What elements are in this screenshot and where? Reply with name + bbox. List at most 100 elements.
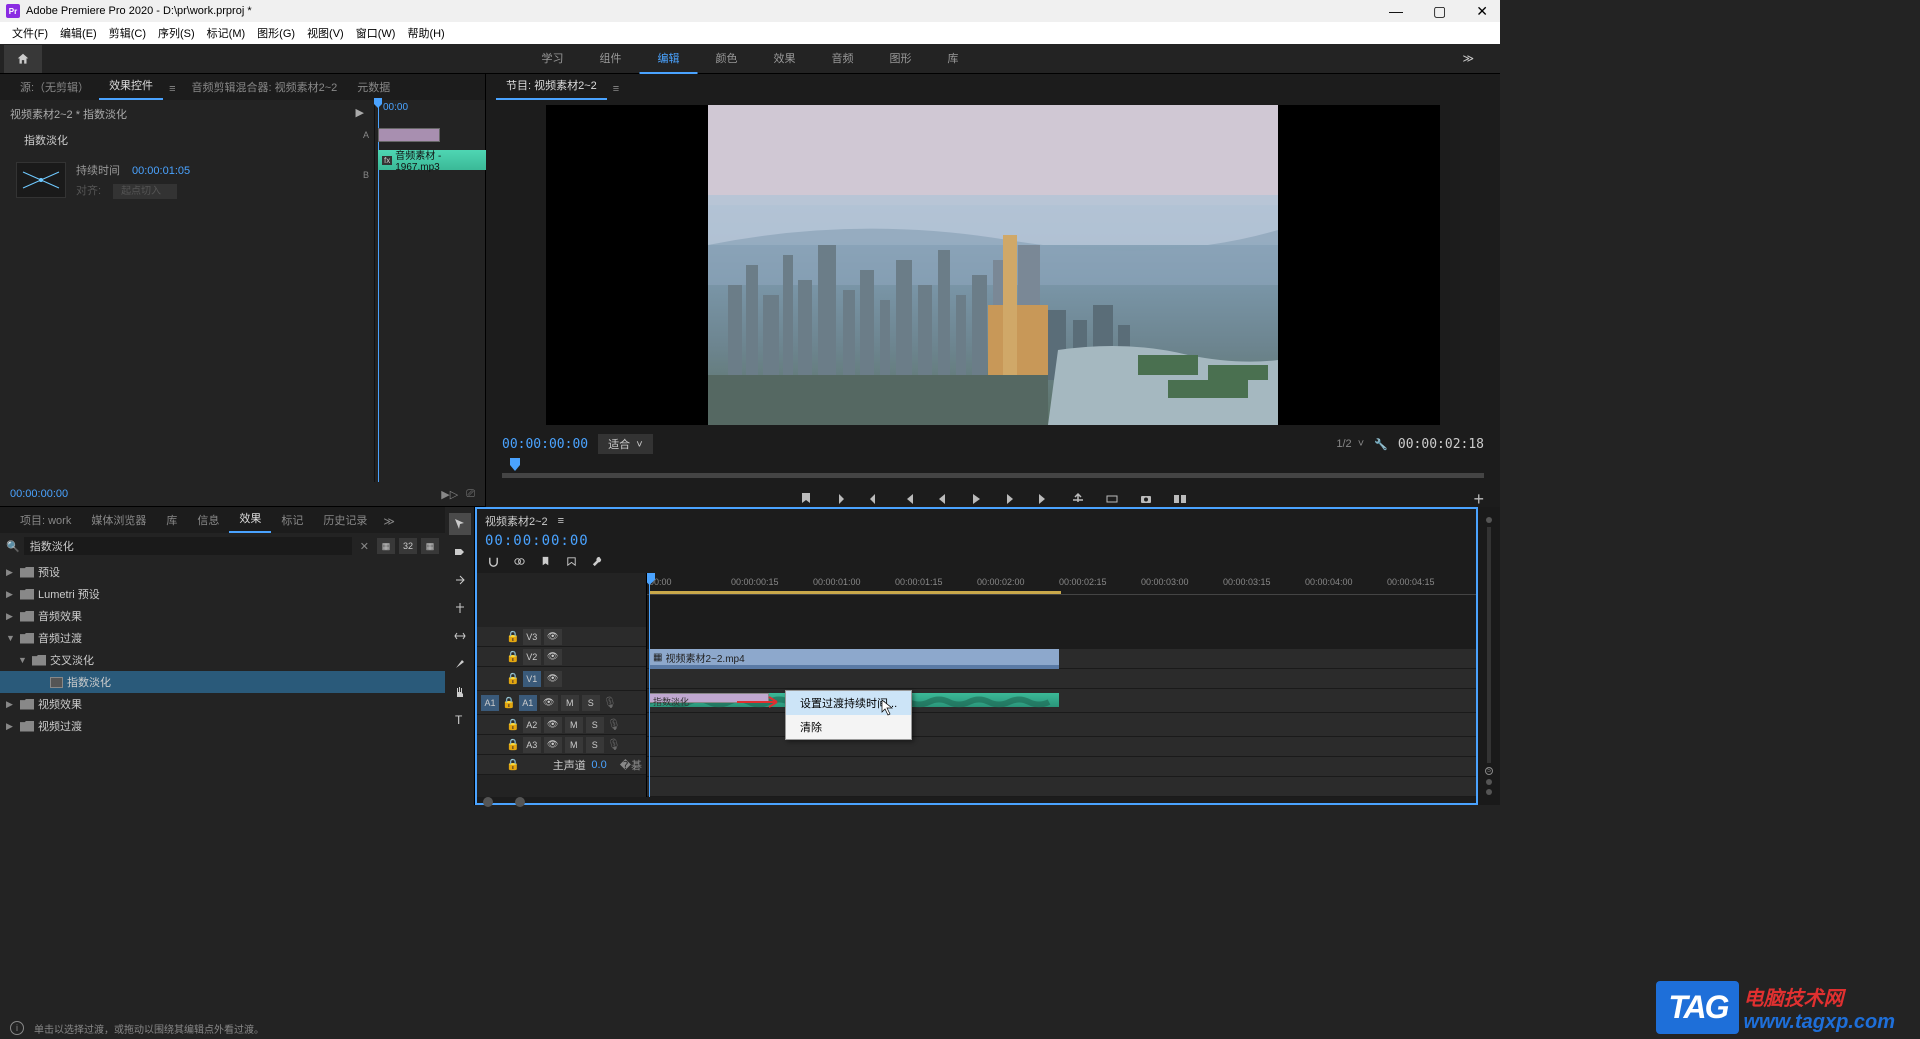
marker-button[interactable]: [797, 490, 815, 508]
tree-node[interactable]: ▶音频效果: [0, 605, 445, 627]
in-point-button[interactable]: [831, 490, 849, 508]
menu-clip[interactable]: 剪辑(C): [103, 23, 152, 43]
step-back-button[interactable]: [933, 490, 951, 508]
link-icon[interactable]: [511, 553, 527, 569]
lock-icon[interactable]: 🔒: [502, 696, 516, 709]
duration-value[interactable]: 00:00:01:05: [132, 165, 190, 177]
a3-toggle[interactable]: 👁: [544, 737, 562, 753]
align-dropdown[interactable]: 起点切入: [113, 184, 177, 199]
tab-libraries[interactable]: 库: [156, 507, 187, 533]
menu-edit[interactable]: 编辑(E): [54, 23, 103, 43]
filter-btn-3[interactable]: ▦: [421, 538, 439, 554]
slip-tool[interactable]: [449, 625, 471, 647]
tab-metadata[interactable]: 元数据: [347, 74, 400, 100]
resolution-dropdown[interactable]: 1/2 ˅: [1336, 438, 1364, 450]
workspace-overflow[interactable]: ≫: [1456, 46, 1480, 71]
step-fwd-button[interactable]: [1001, 490, 1019, 508]
workspace-graphics[interactable]: 图形: [872, 44, 930, 74]
clear-search-button[interactable]: ✕: [356, 540, 373, 553]
ec-timeline[interactable]: 00:00 A fx音频素材 - 1967.mp3 B: [375, 100, 485, 482]
lock-icon[interactable]: 🔒: [506, 650, 520, 663]
workspace-editing[interactable]: 编辑: [640, 44, 698, 74]
workspace-audio[interactable]: 音频: [814, 44, 872, 74]
hand-tool[interactable]: [449, 681, 471, 703]
go-to-out-button[interactable]: [1035, 490, 1053, 508]
ec-icon-1[interactable]: ▶▷: [441, 488, 458, 501]
program-timecode[interactable]: 00:00:00:00: [502, 437, 588, 452]
tab-project[interactable]: 项目: work: [10, 507, 81, 533]
project-overflow-icon[interactable]: ≫: [377, 510, 401, 533]
lock-icon[interactable]: 🔒: [506, 758, 520, 771]
workspace-learn[interactable]: 学习: [524, 44, 582, 74]
razor-tool[interactable]: [449, 597, 471, 619]
tab-effect-controls[interactable]: 效果控件: [99, 72, 163, 100]
tree-node[interactable]: ▶视频效果: [0, 693, 445, 715]
v3-toggle[interactable]: 👁: [544, 629, 562, 645]
snap-icon[interactable]: [485, 553, 501, 569]
filter-btn-1[interactable]: ▦: [377, 538, 395, 554]
ec-icon-2[interactable]: ⎚: [466, 488, 475, 501]
timeline-timecode[interactable]: 00:00:00:00: [485, 533, 589, 549]
menu-sequence[interactable]: 序列(S): [152, 23, 201, 43]
zoom-handle-r[interactable]: [515, 797, 525, 807]
lock-icon[interactable]: 🔒: [506, 630, 520, 643]
tree-node[interactable]: 指数淡化: [0, 671, 445, 693]
zoom-handle-l[interactable]: [483, 797, 493, 807]
ec-clip-a[interactable]: [378, 128, 440, 142]
a2-mute[interactable]: M: [565, 717, 583, 733]
v3-target[interactable]: V3: [523, 629, 541, 645]
a2-toggle[interactable]: 👁: [544, 717, 562, 733]
panel-menu-icon[interactable]: ≡: [163, 78, 181, 100]
ec-play-icon[interactable]: ▶: [356, 106, 364, 122]
lock-icon[interactable]: 🔒: [506, 718, 520, 731]
timeline-menu-icon[interactable]: ≡: [558, 515, 564, 527]
type-tool[interactable]: T: [449, 709, 471, 731]
program-viewer[interactable]: [546, 105, 1440, 425]
wrench-icon[interactable]: [589, 553, 605, 569]
tab-program[interactable]: 节目: 视频素材2~2: [496, 72, 607, 100]
sequence-name[interactable]: 视频素材2~2: [485, 513, 548, 529]
workspace-assembly[interactable]: 组件: [582, 44, 640, 74]
tab-effects-panel[interactable]: 效果: [229, 505, 271, 533]
menu-window[interactable]: 窗口(W): [350, 23, 402, 43]
solo-indicator[interactable]: S: [1485, 767, 1493, 775]
a3-target[interactable]: A3: [523, 737, 541, 753]
v2-toggle[interactable]: 👁: [544, 649, 562, 665]
lock-icon[interactable]: 🔒: [506, 672, 520, 685]
minimize-button[interactable]: —: [1383, 3, 1409, 20]
filter-btn-2[interactable]: 32: [399, 538, 417, 554]
close-button[interactable]: ✕: [1470, 3, 1494, 20]
v2-target[interactable]: V2: [523, 649, 541, 665]
tab-info[interactable]: 信息: [187, 507, 229, 533]
marker-icon2[interactable]: [537, 553, 553, 569]
play-button[interactable]: [967, 490, 985, 508]
menu-clear[interactable]: 清除: [786, 715, 911, 739]
a1-source[interactable]: A1: [481, 695, 499, 711]
tab-source[interactable]: 源:（无剪辑）: [10, 74, 99, 100]
v1-target[interactable]: V1: [523, 671, 541, 687]
menu-file[interactable]: 文件(F): [6, 23, 54, 43]
playhead[interactable]: [649, 573, 650, 797]
out-point-button[interactable]: [865, 490, 883, 508]
maximize-button[interactable]: ▢: [1427, 3, 1452, 20]
a3-mute[interactable]: M: [565, 737, 583, 753]
tab-audio-mixer[interactable]: 音频剪辑混合器: 视频素材2~2: [181, 74, 347, 100]
selection-tool[interactable]: [449, 513, 471, 535]
video-clip[interactable]: ▦视频素材2~2.mp4: [649, 649, 1059, 669]
add-button[interactable]: +: [1473, 489, 1484, 510]
extract-button[interactable]: [1103, 490, 1121, 508]
settings-icon[interactable]: 🔧: [1374, 438, 1388, 451]
a1-solo[interactable]: S: [582, 695, 600, 711]
timeline-ruler[interactable]: 00:0000:00:00:1500:00:01:0000:00:01:1500…: [647, 573, 1476, 595]
menu-help[interactable]: 帮助(H): [401, 23, 450, 43]
voice-icon[interactable]: 🎙: [603, 696, 617, 709]
a1-target[interactable]: A1: [519, 695, 537, 711]
go-to-in-button[interactable]: [899, 490, 917, 508]
ec-bottom-tc[interactable]: 00:00:00:00: [10, 488, 68, 500]
pen-tool[interactable]: [449, 653, 471, 675]
tree-node[interactable]: ▶预设: [0, 561, 445, 583]
export-frame-button[interactable]: [1137, 490, 1155, 508]
track-select-tool[interactable]: [449, 541, 471, 563]
menu-graphics[interactable]: 图形(G): [251, 23, 301, 43]
menu-view[interactable]: 视图(V): [301, 23, 350, 43]
